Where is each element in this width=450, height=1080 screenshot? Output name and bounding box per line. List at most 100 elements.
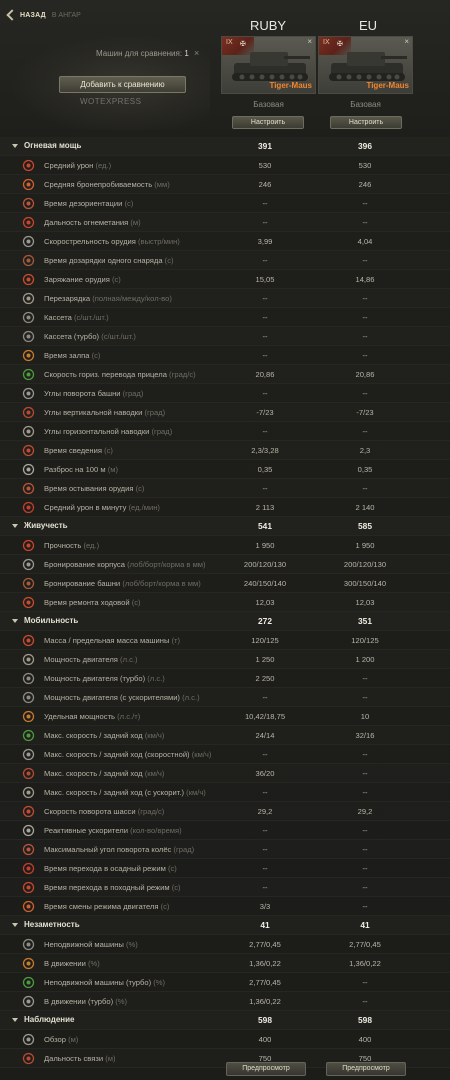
engine-mode-icon — [22, 900, 35, 913]
tank-card-2[interactable]: IX ✠ × Tiger-Maus — [318, 36, 413, 94]
stat-label: Реактивные ускорители — [44, 826, 128, 835]
stat-row: Заряжание орудия (с) 15,05 14,86 — [0, 270, 450, 289]
stat-name: Углы вертикальной наводки (град) — [44, 408, 165, 417]
rate-of-fire-icon — [22, 235, 35, 248]
comparison-screen: НАЗАД В АНГАР RUBY EU Машин для сравнени… — [0, 0, 450, 1080]
stat-value-2: 2,3 — [359, 446, 371, 455]
stat-value-1: -- — [262, 788, 268, 797]
stat-label: Средняя бронепробиваемость — [44, 180, 153, 189]
cooling-icon — [22, 482, 35, 495]
stat-name: Перезарядка (полная/между/кол-во) — [44, 294, 172, 303]
stat-row: Макс. скорость / задний ход (км/ч) 24/14 3… — [0, 726, 450, 745]
stat-unit: (км/ч) — [191, 750, 212, 759]
rocket-boost-icon — [22, 824, 35, 837]
stat-value-1: 530 — [258, 161, 272, 170]
stat-label: Скорость гориз. перевода прицела — [44, 370, 167, 379]
stat-value-2: -- — [362, 389, 368, 398]
stat-name: Время ремонта ходовой (с) — [44, 598, 141, 607]
stat-value-1: -- — [262, 256, 268, 265]
stat-value-2: 2 140 — [355, 503, 375, 512]
stat-name: Макс. скорость / задний ход (км/ч) — [44, 731, 164, 740]
preview-button-2[interactable]: Предпросмотр — [326, 1062, 406, 1076]
stat-value-2: -- — [362, 693, 368, 702]
section-header[interactable]: Огневая мощь 391 396 — [0, 137, 450, 156]
clear-comparison-close-icon[interactable]: × — [194, 48, 199, 58]
section-header[interactable]: Мобильность 272 351 — [0, 612, 450, 631]
stat-value-1: -- — [262, 864, 268, 873]
stat-value-1: 2,3/3,28 — [251, 446, 279, 455]
stat-unit: (л.с.) — [120, 655, 138, 664]
watermark: WOTEXPRESS — [80, 97, 142, 106]
stat-unit: (лоб/борт/корма в мм) — [127, 560, 206, 569]
stat-label: Углы вертикальной наводки — [44, 408, 143, 417]
section-score-1: 272 — [258, 616, 272, 626]
preview-button-1[interactable]: Предпросмотр — [226, 1062, 306, 1076]
stat-name: Скорострельность орудия (выстр/мин) — [44, 237, 180, 246]
stat-value-1: 3,99 — [257, 237, 273, 246]
stat-row: Скорость гориз. перевода прицела (град/с… — [0, 365, 450, 384]
stat-unit: (град) — [151, 427, 173, 436]
stat-label: Углы поворота башни — [44, 389, 121, 398]
stat-unit: (град) — [122, 389, 144, 398]
specific-power-icon — [22, 710, 35, 723]
clip-icon — [22, 311, 35, 324]
stat-unit: (л.с.) — [147, 674, 165, 683]
stat-unit: (град/с) — [169, 370, 196, 379]
configure-button-1[interactable]: Настроить — [232, 116, 304, 129]
back-button[interactable]: НАЗАД В АНГАР — [6, 9, 81, 21]
stat-unit: (%) — [88, 959, 100, 968]
stat-row: Время смены режима двигателя (с) 3/3 -- — [0, 897, 450, 916]
stat-name: Время смены режима двигателя (с) — [44, 902, 169, 911]
wheel-angle-icon — [22, 843, 35, 856]
stat-name: Масса / предельная масса машины (т) — [44, 636, 180, 645]
hp-icon — [22, 539, 35, 552]
stat-name: Мощность двигателя (л.с.) — [44, 655, 138, 664]
stat-value-1: 29,2 — [257, 807, 273, 816]
stat-label: Обзор — [44, 1035, 66, 1044]
stat-value-1: 20,86 — [255, 370, 275, 379]
section-title: Живучесть — [24, 521, 68, 530]
stat-value-1: -- — [262, 750, 268, 759]
stat-value-2: -- — [362, 256, 368, 265]
stat-value-2: -- — [362, 674, 368, 683]
configure-button-2[interactable]: Настроить — [330, 116, 402, 129]
stat-name: Прочность (ед.) — [44, 541, 99, 550]
stat-row: Макс. скорость / задний ход (км/ч) 36/20 -… — [0, 764, 450, 783]
stat-row: Скорость поворота шасси (град/с) 29,2 29,2 — [0, 802, 450, 821]
stat-row: Время дезориентации (с) -- -- — [0, 194, 450, 213]
stat-value-2: -- — [362, 427, 368, 436]
stat-name: Бронирование корпуса (лоб/борт/корма в м… — [44, 560, 206, 569]
stat-name: Бронирование башни (лоб/борт/корма в мм) — [44, 579, 201, 588]
stat-name: Кассета (с/шт./шт.) — [44, 313, 109, 322]
stat-value-2: 300/150/140 — [343, 579, 387, 588]
stat-value-1: -- — [262, 826, 268, 835]
stat-label: Время сведения — [44, 446, 102, 455]
add-to-comparison-button[interactable]: Добавить к сравнению — [59, 76, 186, 93]
stat-label: Время смены режима двигателя — [44, 902, 159, 911]
stat-label: Макс. скорость / задний ход — [44, 769, 143, 778]
stat-row: Время ремонта ходовой (с) 12,03 12,03 — [0, 593, 450, 612]
stat-row: Скорострельность орудия (выстр/мин) 3,99 4… — [0, 232, 450, 251]
stat-label: Скорострельность орудия — [44, 237, 136, 246]
stat-unit: (полная/между/кол-во) — [92, 294, 172, 303]
camo-stationary-turbo-icon — [22, 976, 35, 989]
stat-value-1: -- — [262, 845, 268, 854]
stat-unit: (с) — [135, 484, 145, 493]
stat-row: Обзор (м) 400 400 — [0, 1030, 450, 1049]
collapse-triangle-icon — [12, 1018, 18, 1022]
tank-card-1[interactable]: IX ✠ × Tiger-Maus — [221, 36, 316, 94]
stat-value-2: 2,77/0,45 — [349, 940, 381, 949]
engine-turbo-icon — [22, 672, 35, 685]
stat-label: Мощность двигателя (с ускорителями) — [44, 693, 180, 702]
stat-value-2: 4,04 — [357, 237, 373, 246]
section-header[interactable]: Живучесть 541 585 — [0, 517, 450, 536]
stat-row: Средний урон в минуту (ед./мин) 2 113 2 14… — [0, 498, 450, 517]
section-header[interactable]: Незаметность 41 41 — [0, 916, 450, 935]
stat-value-1: -- — [262, 484, 268, 493]
stat-value-1: 1 250 — [255, 655, 275, 664]
compare-count: Машин для сравнения: 1 — [96, 49, 189, 58]
compare-label: Машин для сравнения: — [96, 49, 183, 58]
section-header[interactable]: Наблюдение 598 598 — [0, 1011, 450, 1030]
stat-value-1: -- — [262, 199, 268, 208]
elevation-icon — [22, 406, 35, 419]
